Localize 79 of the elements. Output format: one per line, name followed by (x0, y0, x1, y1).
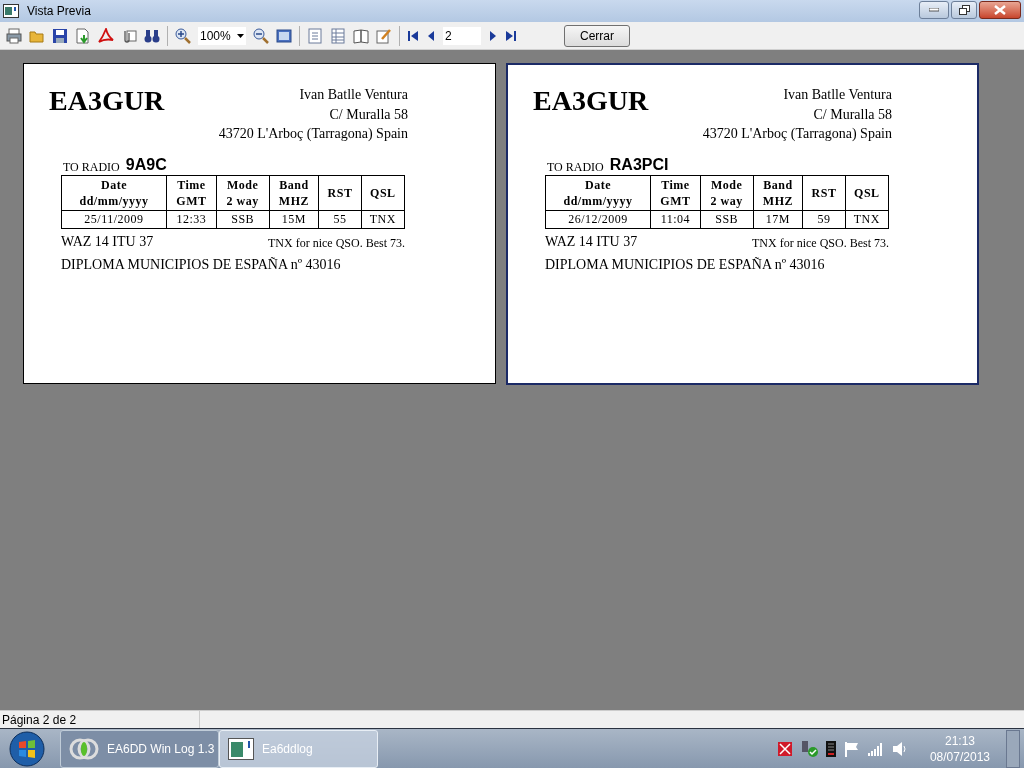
close-button[interactable] (979, 1, 1021, 19)
page-number-field[interactable]: 2 (443, 26, 481, 45)
status-text: Página 2 de 2 (2, 711, 77, 729)
table-cell: SSB (700, 210, 753, 228)
zones-text: WAZ 14 ITU 37 (61, 232, 154, 251)
table-cell: 15M (269, 210, 319, 228)
restore-icon (958, 5, 970, 15)
start-button[interactable] (8, 729, 46, 768)
usb-check-icon[interactable] (799, 740, 818, 757)
diploma-text: DIPLOMA MUNICIPIOS DE ESPAÑA nº 43016 (61, 255, 342, 274)
speaker-icon[interactable] (891, 740, 906, 757)
pdf-icon[interactable] (98, 27, 114, 44)
dropdown-arrow-icon (237, 33, 244, 38)
column-header: QSL (361, 175, 405, 210)
callsign: EA3GUR (49, 86, 165, 118)
thanks-text: TNX for nice QSO. Best 73. (752, 234, 889, 252)
zoom-dropdown[interactable]: 100% (198, 26, 246, 45)
column-header: QSL (845, 175, 889, 210)
close-preview-button[interactable]: Cerrar (564, 24, 630, 47)
zoom-out-icon[interactable] (253, 27, 269, 44)
first-page-icon[interactable] (407, 29, 419, 42)
window-icon (3, 4, 19, 18)
address-line: Ivan Batlle Ventura (299, 86, 408, 104)
address-line: C/ Muralla 58 (329, 105, 408, 124)
column-header: Band MHZ (753, 175, 803, 210)
minimize-icon (929, 8, 939, 12)
to-callsign: 9A9C (125, 155, 167, 174)
export-icon[interactable] (75, 27, 91, 44)
page-view-icon[interactable] (276, 27, 292, 44)
save-icon[interactable] (52, 27, 68, 44)
column-header: Time GMT (166, 175, 217, 210)
column-header: Band MHZ (269, 175, 319, 210)
edit-icon[interactable] (376, 27, 392, 44)
address-line: 43720 L'Arboç (Tarragona) Spain (702, 125, 892, 143)
to-radio-label: TO RADIO (63, 159, 120, 174)
zones-text: WAZ 14 ITU 37 (545, 232, 638, 251)
zoom-in-icon[interactable] (175, 27, 191, 44)
column-header: RST (802, 175, 846, 210)
column-header: Date dd/mm/yyyy (545, 175, 651, 210)
phone-icon[interactable] (825, 740, 836, 757)
table-cell: TNX (845, 210, 889, 228)
binoculars-icon[interactable] (144, 27, 160, 44)
address-line: C/ Muralla 58 (813, 105, 892, 124)
signal-icon[interactable] (867, 741, 884, 756)
next-page-icon[interactable] (488, 29, 498, 42)
to-callsign: RA3PCI (609, 155, 669, 174)
column-header: RST (318, 175, 362, 210)
flag-icon[interactable] (843, 740, 860, 757)
column-header: Mode 2 way (216, 175, 269, 210)
address-line: 43720 L'Arboç (Tarragona) Spain (218, 125, 408, 143)
restore-button[interactable] (951, 1, 977, 19)
table-cell: 17M (753, 210, 803, 228)
print-icon[interactable] (6, 27, 22, 44)
list-page-icon[interactable] (330, 27, 346, 44)
column-header: Time GMT (650, 175, 701, 210)
table-cell: SSB (216, 210, 269, 228)
previous-page-icon[interactable] (426, 29, 436, 42)
column-header: Date dd/mm/yyyy (61, 175, 167, 210)
table-cell: 25/11/2009 (61, 210, 167, 228)
address-line: Ivan Batlle Ventura (783, 86, 892, 104)
table-cell: 59 (802, 210, 846, 228)
thanks-text: TNX for nice QSO. Best 73. (268, 234, 405, 252)
diploma-text: DIPLOMA MUNICIPIOS DE ESPAÑA nº 43016 (545, 255, 826, 274)
table-cell: 26/12/2009 (545, 210, 651, 228)
window-title: Vista Previa (27, 3, 91, 20)
column-header: Mode 2 way (700, 175, 753, 210)
table-cell: TNX (361, 210, 405, 228)
table-cell: 55 (318, 210, 362, 228)
attachment-icon[interactable] (121, 27, 137, 44)
table-cell: 12:33 (166, 210, 217, 228)
rings-icon (69, 737, 99, 760)
last-page-icon[interactable] (505, 29, 517, 42)
book-icon[interactable] (353, 27, 369, 44)
table-cell: 11:04 (650, 210, 701, 228)
antivirus-icon[interactable] (777, 741, 792, 756)
to-radio-label: TO RADIO (547, 159, 604, 174)
callsign: EA3GUR (533, 86, 649, 118)
window-icon (228, 737, 254, 760)
close-icon (994, 5, 1006, 15)
